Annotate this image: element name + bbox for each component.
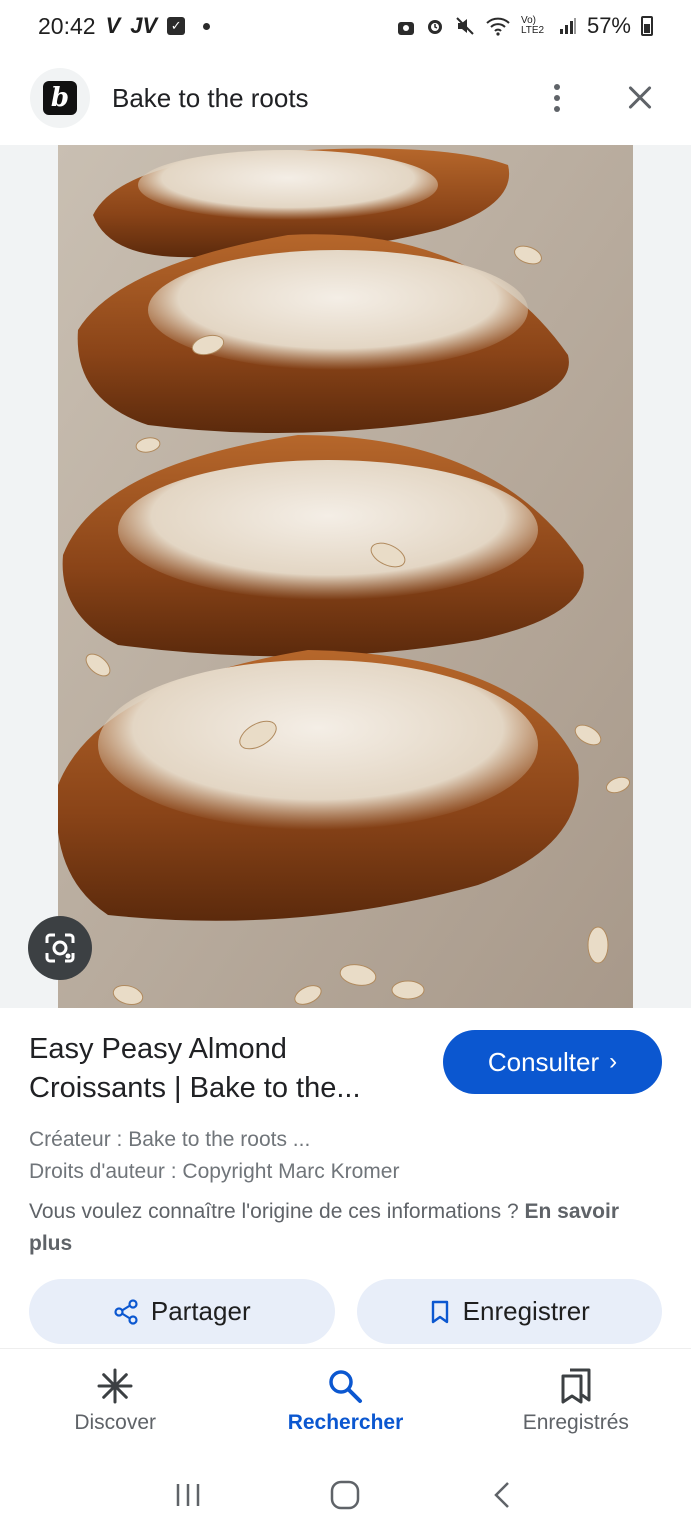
lock-app-icon <box>397 22 414 35</box>
result-info: Easy Peasy Almond Croissants | Bake to t… <box>29 1030 662 1260</box>
result-title[interactable]: Easy Peasy Almond Croissants | Bake to t… <box>29 1030 429 1108</box>
consult-label: Consulter <box>487 1046 600 1077</box>
consult-button[interactable]: Consulter › <box>443 1030 662 1094</box>
site-title[interactable]: Bake to the roots <box>112 83 309 114</box>
copyright-text: Droits d'auteur : Copyright Marc Kromer <box>29 1160 400 1183</box>
source-note: Vous voulez connaître l'origine de ces i… <box>29 1196 662 1260</box>
nav-item-search[interactable]: Rechercher <box>230 1349 460 1448</box>
battery-icon <box>641 16 653 36</box>
back-icon[interactable] <box>488 1480 518 1510</box>
site-logo-letter: b <box>43 81 77 115</box>
chevron-right-icon: › <box>609 1048 618 1075</box>
save-button[interactable]: Enregistrer <box>356 1279 662 1344</box>
signal-icon <box>559 18 576 34</box>
share-button[interactable]: Partager <box>29 1279 335 1344</box>
status-bar: 20:42 V JV ✓ Vo) LTE2 57% <box>0 0 691 52</box>
result-header: b Bake to the roots <box>0 64 691 132</box>
croissant-photo[interactable] <box>58 145 633 1008</box>
lens-icon <box>45 933 75 963</box>
app-notification-icon: V <box>105 13 121 38</box>
google-lens-button[interactable] <box>28 916 92 980</box>
search-icon <box>329 1370 363 1403</box>
nav-label-discover: Discover <box>74 1411 156 1434</box>
home-icon[interactable] <box>329 1479 361 1511</box>
asterisk-icon <box>97 1368 133 1404</box>
nav-label-search: Rechercher <box>287 1411 404 1434</box>
nav-item-discover[interactable]: Discover <box>0 1349 230 1448</box>
close-icon[interactable] <box>621 78 661 118</box>
battery-percentage: 57% <box>586 13 631 38</box>
more-options-icon[interactable] <box>537 78 577 118</box>
wifi-icon <box>486 17 510 36</box>
site-logo[interactable]: b <box>30 68 90 128</box>
checkbox-notification-icon: ✓ <box>167 17 186 35</box>
action-buttons: Partager Enregistrer <box>29 1279 662 1344</box>
nav-item-saved[interactable]: Enregistrés <box>461 1349 691 1448</box>
bottom-navigation: Discover Rechercher Enregistrés <box>0 1348 691 1448</box>
share-icon <box>114 1298 138 1325</box>
save-label: Enregistrer <box>462 1296 590 1326</box>
app-notification-icon: JV <box>130 13 158 38</box>
alarm-icon <box>427 20 442 34</box>
recent-apps-icon[interactable] <box>173 1480 203 1510</box>
status-time: 20:42 <box>38 12 96 39</box>
network-type-label: Vo) LTE2 <box>520 15 545 36</box>
nav-label-saved: Enregistrés <box>522 1411 629 1434</box>
source-question: Vous voulez connaître l'origine de ces i… <box>29 1200 519 1223</box>
system-navigation-bar <box>0 1460 691 1530</box>
more-notifications-dot-icon <box>203 22 211 30</box>
creator-text: Créateur : Bake to the roots ... <box>29 1128 311 1151</box>
saved-icon <box>561 1368 591 1404</box>
share-label: Partager <box>150 1296 251 1326</box>
mute-icon <box>456 17 474 35</box>
bookmark-icon <box>431 1300 448 1323</box>
image-preview-area <box>0 145 691 1008</box>
